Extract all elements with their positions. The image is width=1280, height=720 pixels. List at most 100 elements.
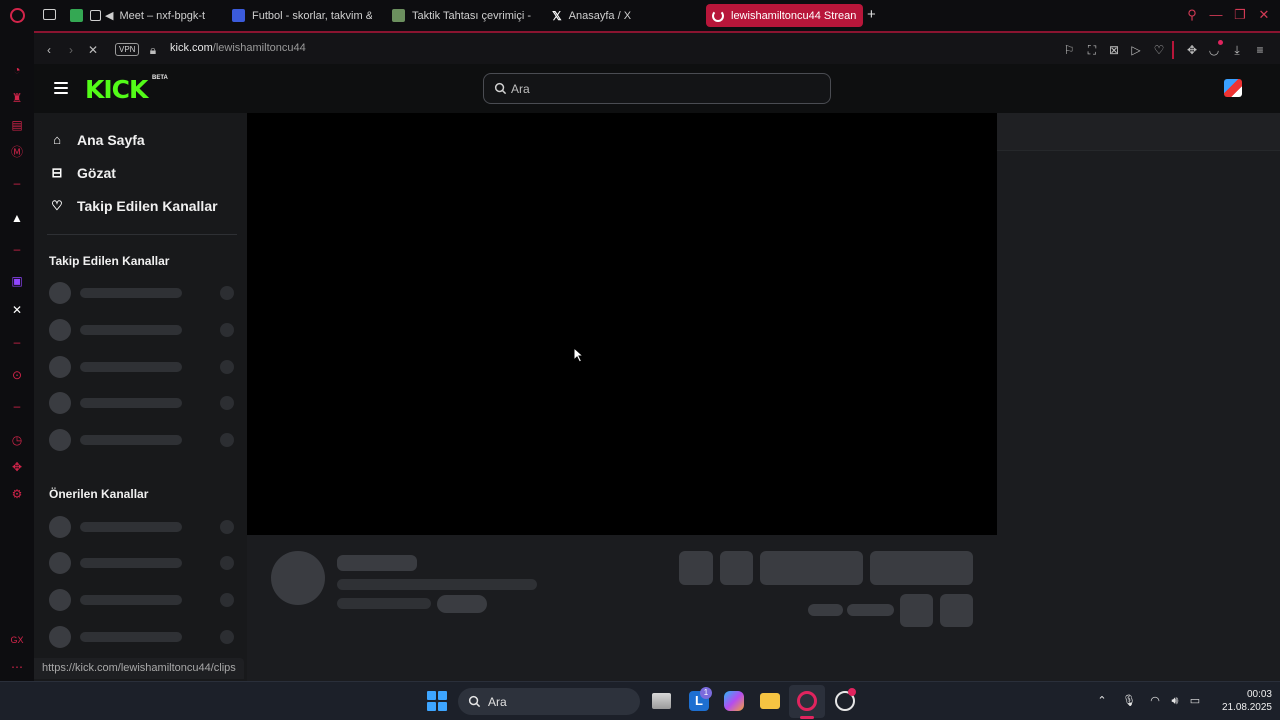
search-placeholder: Ara bbox=[511, 82, 530, 96]
aria-icon[interactable]: ◔ bbox=[10, 63, 24, 77]
nav-label: Takip Edilen Kanallar bbox=[77, 198, 218, 214]
stop-loading-icon[interactable]: ✕ bbox=[86, 43, 100, 57]
history-icon[interactable]: ◷ bbox=[10, 433, 24, 447]
futbol-favicon-icon bbox=[232, 9, 245, 22]
tab-label: Anasayfa / X bbox=[568, 9, 632, 22]
twitch-icon[interactable]: ▣ bbox=[10, 274, 24, 288]
tab-taktik[interactable]: Taktik Tahtası çevrimiçi - bbox=[392, 4, 532, 27]
crypto-wallet-icon[interactable]: ▤ bbox=[10, 118, 24, 132]
x-logo-icon: 𝕏 bbox=[552, 8, 562, 23]
avatar[interactable] bbox=[1224, 79, 1242, 97]
play-icon[interactable]: ▷ bbox=[1129, 43, 1143, 57]
tab-x[interactable]: 𝕏 Anasayfa / X bbox=[552, 4, 692, 27]
gx-icon[interactable]: GX bbox=[10, 633, 24, 647]
task-view-icon[interactable] bbox=[652, 693, 671, 709]
url-path: /lewishamiltoncu44 bbox=[212, 42, 306, 54]
new-tab-plus-icon[interactable]: + bbox=[867, 6, 876, 23]
search-input[interactable]: Ara bbox=[483, 73, 831, 104]
forward-icon[interactable]: › bbox=[64, 43, 78, 57]
gmail-icon[interactable]: Ⓜ bbox=[10, 145, 24, 159]
taskbar-search-placeholder: Ara bbox=[488, 695, 507, 709]
file-explorer-icon[interactable] bbox=[760, 693, 780, 709]
settings-icon[interactable]: ⚙ bbox=[10, 487, 24, 501]
player-icon[interactable]: ♜ bbox=[10, 91, 24, 105]
snapshot-icon[interactable]: ⛶ bbox=[1085, 43, 1099, 57]
nav-home[interactable]: ⌂ Ana Sayfa bbox=[50, 129, 145, 151]
extensions-toolbar-icon[interactable]: ✥ bbox=[1185, 43, 1199, 57]
nav-label: Gözat bbox=[77, 165, 116, 181]
volume-icon[interactable]: 🔊︎ bbox=[1168, 694, 1182, 708]
divider-icon: – bbox=[13, 242, 21, 256]
taskbar-search-input[interactable]: Ara bbox=[458, 688, 640, 715]
more-icon[interactable]: ⋯ bbox=[10, 660, 24, 674]
opera-gx-taskbar-icon[interactable] bbox=[797, 691, 817, 711]
menu-icon[interactable]: ≡ bbox=[1253, 43, 1267, 57]
kick-page: KICK BETA Ara ⌂ Ana Sayfa ⊟ Gözat ♡ Taki… bbox=[34, 64, 1280, 681]
more-button-skeleton bbox=[940, 594, 973, 627]
search-tabs-icon[interactable]: ⚲ bbox=[1185, 8, 1199, 22]
share-button-skeleton bbox=[900, 594, 933, 627]
tab-meet[interactable]: ◀ Meet – nxf-bpgk-t bbox=[70, 4, 215, 27]
minimize-icon[interactable]: — bbox=[1209, 8, 1223, 22]
toolbar-divider bbox=[1172, 41, 1174, 59]
steam-alert-dot bbox=[848, 688, 856, 696]
uptime-skeleton bbox=[847, 604, 894, 616]
channel-skeleton-row bbox=[49, 282, 234, 304]
lock-icon[interactable]: 🔒︎ bbox=[146, 43, 160, 57]
channel-skeleton-row bbox=[49, 319, 234, 341]
channel-skeleton-row bbox=[49, 589, 234, 611]
tab-futbol[interactable]: Futbol - skorlar, takvim & bbox=[232, 4, 372, 27]
taskbar-search-icon bbox=[468, 695, 481, 708]
browse-icon: ⊟ bbox=[51, 165, 63, 180]
streamer-avatar-skeleton bbox=[271, 551, 325, 605]
extensions-icon[interactable]: ✥ bbox=[10, 460, 24, 474]
nav-label: Ana Sayfa bbox=[77, 132, 145, 148]
url-field[interactable]: kick.com/lewishamiltoncu44 bbox=[170, 42, 306, 54]
chat-header bbox=[997, 113, 1280, 151]
microphone-icon[interactable]: 🎙︎ bbox=[1122, 694, 1136, 708]
close-icon[interactable]: ✕ bbox=[1257, 8, 1271, 22]
system-clock[interactable]: 00:03 21.08.2025 bbox=[1208, 688, 1272, 714]
restore-icon[interactable]: ❐ bbox=[1233, 8, 1247, 22]
block-icon[interactable]: ⊠ bbox=[1107, 43, 1121, 57]
chat-panel bbox=[997, 152, 1280, 681]
follow-button-skeleton bbox=[760, 551, 863, 585]
hamburger-menu-icon[interactable] bbox=[54, 82, 68, 94]
channel-skeleton-row bbox=[49, 516, 234, 538]
copilot-icon[interactable] bbox=[724, 691, 744, 711]
battery-icon[interactable]: ▭ bbox=[1188, 694, 1202, 708]
x-sidebar-icon[interactable]: ✕ bbox=[10, 303, 24, 317]
sidebar-divider bbox=[47, 234, 237, 235]
taktik-favicon-icon bbox=[392, 9, 405, 22]
back-icon[interactable]: ‹ bbox=[42, 43, 56, 57]
tab-label: lewishamiltoncu44 Strean bbox=[731, 9, 857, 22]
show-hidden-icons-chevron-icon[interactable]: ⌃ bbox=[1095, 694, 1109, 708]
video-player[interactable] bbox=[247, 113, 997, 535]
browser-tab-strip: ◀ Meet – nxf-bpgk-t Futbol - skorlar, ta… bbox=[0, 0, 1280, 31]
home-icon: ⌂ bbox=[53, 132, 61, 147]
wifi-icon[interactable]: ◠ bbox=[1148, 694, 1162, 708]
active-app-indicator bbox=[800, 716, 814, 719]
nav-browse[interactable]: ⊟ Gözat bbox=[50, 162, 116, 184]
download-icon[interactable]: ⤓ bbox=[1230, 43, 1244, 57]
tab-label: Meet – nxf-bpgk-t bbox=[119, 9, 206, 22]
video-player-icon[interactable]: ⊙ bbox=[10, 368, 24, 382]
aria-ai-icon[interactable]: ▲ bbox=[10, 211, 24, 225]
followed-channels-heading: Takip Edilen Kanallar bbox=[49, 254, 170, 268]
vpn-badge[interactable]: VPN bbox=[115, 43, 140, 56]
tab-kick-active[interactable]: lewishamiltoncu44 Strean bbox=[706, 4, 863, 27]
kick-logo[interactable]: KICK bbox=[85, 75, 148, 104]
heart-bookmark-icon[interactable]: ♡ bbox=[1152, 43, 1166, 57]
address-bar: ‹ › ✕ VPN 🔒︎ kick.com/lewishamiltoncu44 … bbox=[34, 31, 1280, 64]
windows-start-icon[interactable] bbox=[427, 691, 447, 711]
opera-sidebar: ◔ ♜ ▤ Ⓜ – ▲ – ▣ ✕ – ⊙ – ◷ ✥ ⚙ GX ⋯ bbox=[0, 31, 34, 681]
nav-following[interactable]: ♡ Takip Edilen Kanallar bbox=[50, 195, 218, 217]
tab-search-icon[interactable] bbox=[43, 9, 56, 20]
beta-label: BETA bbox=[152, 75, 168, 81]
windows-taskbar: Ara L 1 ⌃ 🎙︎ ◠ 🔊︎ ▭ 00:03 21.08.2025 bbox=[0, 681, 1280, 720]
action-button-skeleton bbox=[720, 551, 753, 585]
opera-logo-icon[interactable] bbox=[10, 8, 25, 23]
profile-icon[interactable]: ◡ bbox=[1207, 43, 1221, 57]
pin-icon[interactable]: ⚐ bbox=[1062, 43, 1076, 57]
action-button-skeleton bbox=[679, 551, 713, 585]
